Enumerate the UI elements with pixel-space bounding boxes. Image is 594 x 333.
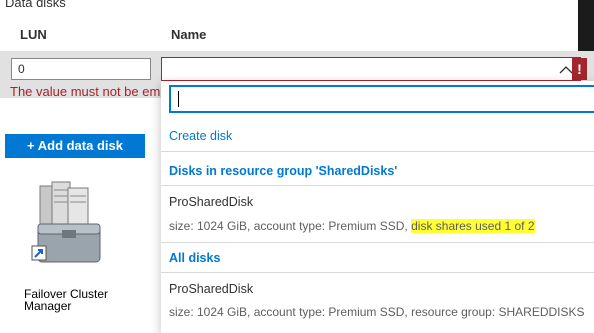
failover-cluster-manager-icon[interactable] — [30, 180, 110, 270]
section-title: Data disks — [5, 0, 66, 10]
desktop-icon-label[interactable]: Failover Cluster Manager — [24, 288, 134, 312]
error-icon: ! — [572, 58, 587, 80]
disk-option-meta[interactable]: size: 1024 GiB, account type: Premium SS… — [161, 305, 594, 319]
disk-meta-text: size: 1024 GiB, account type: Premium SS… — [169, 305, 585, 319]
disk-shares-highlight: disk shares used 1 of 2 — [411, 219, 535, 233]
divider — [161, 272, 594, 273]
name-dropdown-panel: Create disk Disks in resource group 'Sha… — [161, 81, 594, 333]
column-header-name: Name — [171, 27, 207, 42]
text-cursor — [178, 91, 179, 107]
column-header-lun: LUN — [20, 27, 47, 42]
name-select[interactable] — [161, 57, 581, 81]
disk-option-name[interactable]: ProSharedDisk — [161, 195, 594, 209]
disk-option-name[interactable]: ProSharedDisk — [161, 282, 594, 296]
divider — [161, 151, 594, 152]
group-header-all-disks: All disks — [169, 251, 221, 265]
dropdown-search-input[interactable] — [169, 85, 594, 113]
disk-meta-text: size: 1024 GiB, account type: Premium SS… — [169, 219, 412, 233]
dark-window-edge — [578, 0, 594, 56]
divider — [161, 185, 594, 186]
lun-input[interactable]: 0 — [11, 58, 151, 80]
divider — [161, 242, 594, 243]
validation-message: The value must not be empty — [10, 84, 160, 99]
disk-option-meta[interactable]: size: 1024 GiB, account type: Premium SS… — [161, 219, 594, 233]
group-header-shareddisks: Disks in resource group 'SharedDisks' — [169, 164, 398, 178]
create-disk-link[interactable]: Create disk — [161, 129, 594, 143]
add-data-disk-button[interactable]: + Add data disk — [5, 134, 145, 158]
